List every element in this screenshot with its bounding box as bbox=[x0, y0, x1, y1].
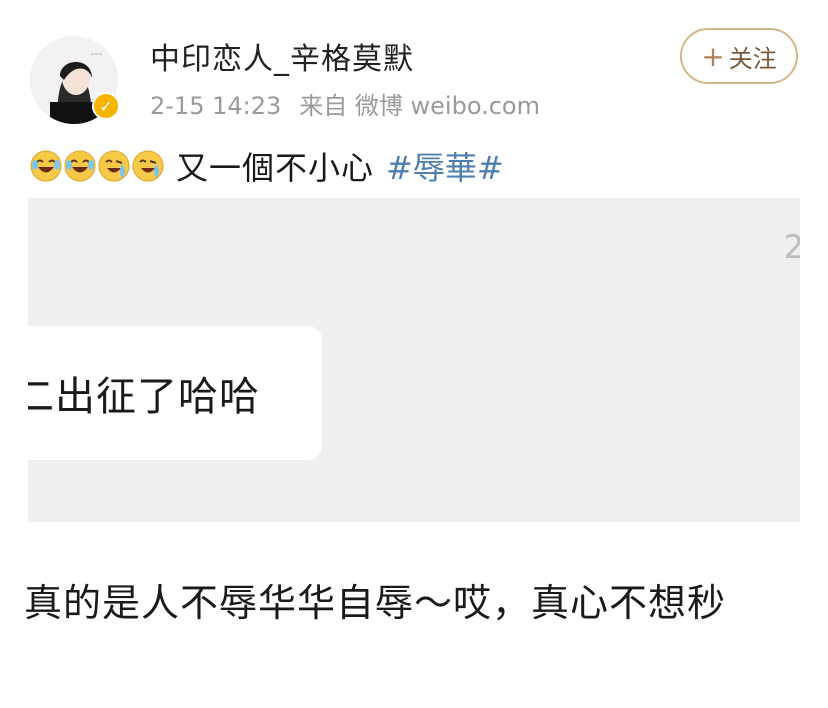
post-source: 来自 微博 weibo.com bbox=[299, 92, 540, 120]
laughing-crying-emoji-icon bbox=[30, 150, 62, 182]
chat-bubble: 二出征了哈哈 bbox=[28, 326, 322, 460]
crying-laughing-emoji-icon bbox=[132, 150, 164, 182]
follow-button[interactable]: + 关注 bbox=[680, 28, 798, 84]
chat-bubble-text: 二出征了哈哈 bbox=[28, 374, 260, 420]
post-content: 又一個不小心 #辱華# bbox=[30, 144, 504, 188]
svg-text:~~~: ~~~ bbox=[90, 52, 103, 58]
embedded-screenshot-image[interactable]: 2 二出征了哈哈 bbox=[28, 198, 800, 522]
crying-laughing-emoji-icon bbox=[98, 150, 130, 182]
follow-label: 关注 bbox=[728, 44, 777, 73]
post-meta: 2-15 14:23 来自 微博 weibo.com bbox=[150, 86, 540, 121]
hashtag-link[interactable]: #辱華# bbox=[386, 143, 504, 189]
caption-text: 真的是人不辱华华自辱～哎，真心不想秒 bbox=[24, 581, 727, 625]
verified-badge-icon: ✓ bbox=[92, 92, 120, 120]
screenshot-corner-text: 2 bbox=[783, 228, 800, 266]
laughing-crying-emoji-icon bbox=[64, 150, 96, 182]
post-time: 2-15 14:23 bbox=[150, 92, 282, 120]
username[interactable]: 中印恋人_辛格莫默 bbox=[150, 34, 414, 78]
post-text: 又一個不小心 bbox=[176, 149, 375, 187]
plus-icon: + bbox=[701, 39, 725, 73]
